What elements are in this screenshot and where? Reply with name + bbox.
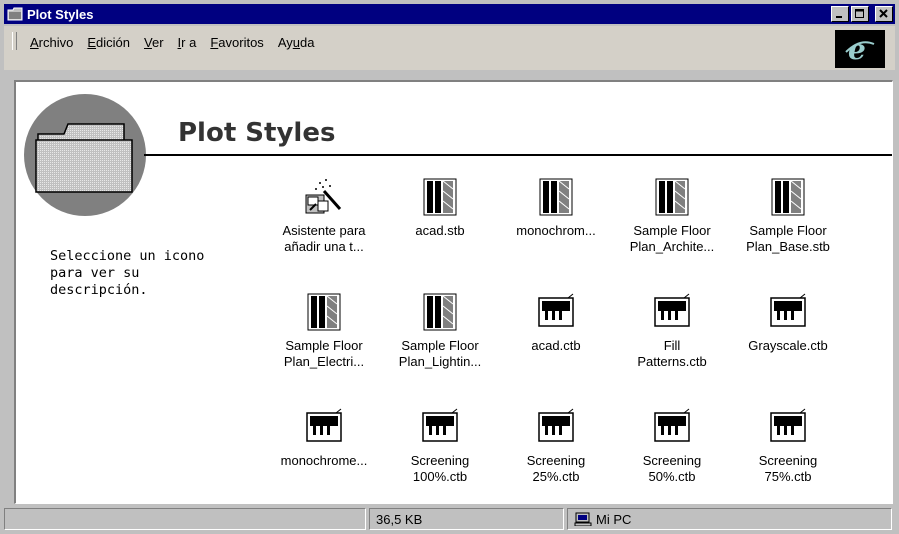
file-label: monochrome... (280, 453, 368, 468)
stb-icon (304, 292, 344, 332)
file-item[interactable]: Asistente para añadir una t... (266, 177, 382, 255)
stb-icon (420, 177, 460, 217)
close-button[interactable] (875, 6, 893, 22)
file-item[interactable]: monochrom... (498, 177, 614, 239)
file-label: añadir una t... (284, 239, 364, 254)
status-pane-objects (4, 508, 366, 530)
file-label: acad.ctb (531, 338, 581, 353)
file-label: Asistente para (282, 223, 366, 238)
menu-archivo[interactable]: Archivo (23, 35, 80, 50)
ctb-icon (536, 292, 576, 332)
file-label: acad.stb (415, 223, 465, 238)
stb-icon (768, 177, 808, 217)
file-item[interactable]: Fill Patterns.ctb (614, 292, 730, 370)
title-bar[interactable]: Plot Styles (4, 4, 895, 24)
maximize-button[interactable] (851, 6, 869, 22)
heading-divider (144, 154, 892, 156)
minimize-icon (836, 16, 842, 18)
file-item[interactable]: acad.ctb (498, 292, 614, 354)
file-item[interactable]: acad.stb (382, 177, 498, 239)
stb-icon (536, 177, 576, 217)
ctb-icon (652, 407, 692, 447)
ie-logo-icon: e (835, 30, 885, 68)
file-item[interactable]: Screening 50%.ctb (614, 407, 730, 485)
menu-favoritos[interactable]: Favoritos (203, 35, 270, 50)
file-item[interactable]: monochrome... (266, 407, 382, 469)
menu-bar: Archivo Edición Ver Ir a Favoritos Ayuda… (4, 26, 895, 70)
file-item[interactable]: Screening 100%.ctb (382, 407, 498, 485)
large-folder-icon (35, 123, 133, 193)
ctb-icon (304, 407, 344, 447)
file-label: Plan_Base.stb (746, 239, 830, 254)
file-item[interactable]: Grayscale.ctb (730, 292, 846, 354)
ctb-icon (420, 407, 460, 447)
ctb-icon (768, 292, 808, 332)
file-label: Plan_Archite... (629, 239, 715, 254)
file-label: Screening (410, 453, 470, 468)
close-icon (879, 9, 888, 18)
menu-ir-a[interactable]: Ir a (171, 35, 204, 50)
file-label: 100%.ctb (412, 469, 468, 484)
file-label: Fill (663, 338, 681, 353)
folder-view[interactable]: Plot Styles Seleccione un icono para ver… (14, 80, 893, 504)
file-label: Sample Floor (749, 223, 827, 238)
file-label: Screening (642, 453, 702, 468)
stb-icon (652, 177, 692, 217)
ctb-icon (652, 292, 692, 332)
file-label: Sample Floor (401, 338, 479, 353)
maximize-icon (855, 9, 864, 18)
file-label: Screening (526, 453, 586, 468)
toolbar-grip[interactable] (12, 32, 17, 50)
folder-badge (24, 94, 146, 216)
file-label: 50%.ctb (648, 469, 696, 484)
stb-icon (420, 292, 460, 332)
status-bar: 36,5 KB Mi PC (4, 508, 895, 532)
folder-heading: Plot Styles (178, 118, 336, 148)
file-label: Patterns.ctb (637, 354, 707, 369)
ctb-icon (536, 407, 576, 447)
file-label: Screening (758, 453, 818, 468)
wizard-icon (304, 177, 344, 217)
status-location: Mi PC (596, 511, 632, 527)
file-label: Sample Floor (285, 338, 363, 353)
file-item[interactable]: Screening 25%.ctb (498, 407, 614, 485)
folder-icon (7, 7, 23, 21)
file-item[interactable]: Sample Floor Plan_Base.stb (730, 177, 846, 255)
status-pane-location: Mi PC (567, 508, 892, 530)
status-size: 36,5 KB (376, 511, 423, 527)
ctb-icon (768, 407, 808, 447)
window-title: Plot Styles (27, 6, 94, 22)
file-label: 25%.ctb (532, 469, 580, 484)
minimize-button[interactable] (831, 6, 849, 22)
file-item[interactable]: Screening 75%.ctb (730, 407, 846, 485)
computer-icon (574, 512, 592, 526)
status-pane-size: 36,5 KB (369, 508, 564, 530)
file-label: Plan_Electri... (283, 354, 365, 369)
file-item[interactable]: Sample Floor Plan_Archite... (614, 177, 730, 255)
file-label: monochrom... (516, 223, 596, 238)
menu-ayuda[interactable]: Ayuda (271, 35, 322, 50)
menu-edicion[interactable]: Edición (80, 35, 137, 50)
file-label: Grayscale.ctb (748, 338, 828, 353)
file-label: Plan_Lightin... (398, 354, 482, 369)
file-item[interactable]: Sample Floor Plan_Electri... (266, 292, 382, 370)
file-label: Sample Floor (633, 223, 711, 238)
file-item[interactable]: Sample Floor Plan_Lightin... (382, 292, 498, 370)
folder-description: Seleccione un icono para ver su descripc… (50, 248, 205, 298)
file-label: 75%.ctb (764, 469, 812, 484)
menu-ver[interactable]: Ver (137, 35, 171, 50)
